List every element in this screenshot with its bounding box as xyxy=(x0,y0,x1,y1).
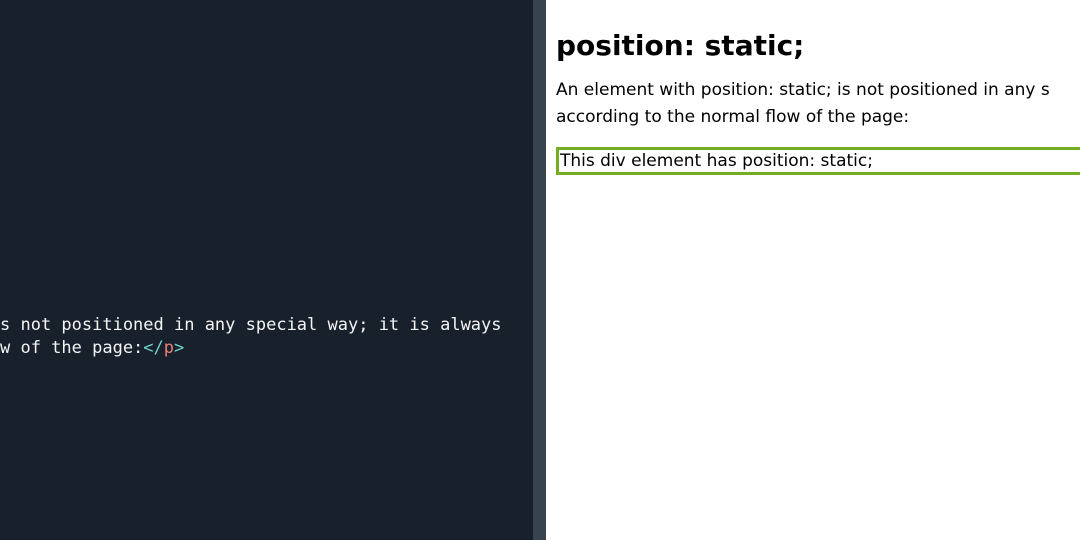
code-bracket: </ xyxy=(143,338,164,358)
paragraph-line: according to the normal flow of the page… xyxy=(556,107,910,127)
description-paragraph: An element with position: static; is not… xyxy=(556,77,1080,131)
preview-content: position: static; An element with positi… xyxy=(556,0,1080,175)
code-line: w of the page:</p> xyxy=(0,338,184,358)
result-preview-pane: position: static; An element with positi… xyxy=(546,0,1080,540)
code-bracket: > xyxy=(174,338,185,358)
code-text: w of the page: xyxy=(0,338,144,358)
code-block[interactable]: s not positioned in any special way; it … xyxy=(0,314,502,360)
paragraph-line: An element with position: static; is not… xyxy=(556,80,1050,100)
code-line: s not positioned in any special way; it … xyxy=(0,315,502,335)
code-tag-name: p xyxy=(163,338,175,358)
page-heading: position: static; xyxy=(556,29,805,62)
code-editor-pane[interactable]: s not positioned in any special way; it … xyxy=(0,0,533,540)
tryit-editor: s not positioned in any special way; it … xyxy=(0,0,1080,540)
pane-resize-handle[interactable] xyxy=(533,0,546,540)
static-position-box: This div element has position: static; xyxy=(556,147,1080,175)
